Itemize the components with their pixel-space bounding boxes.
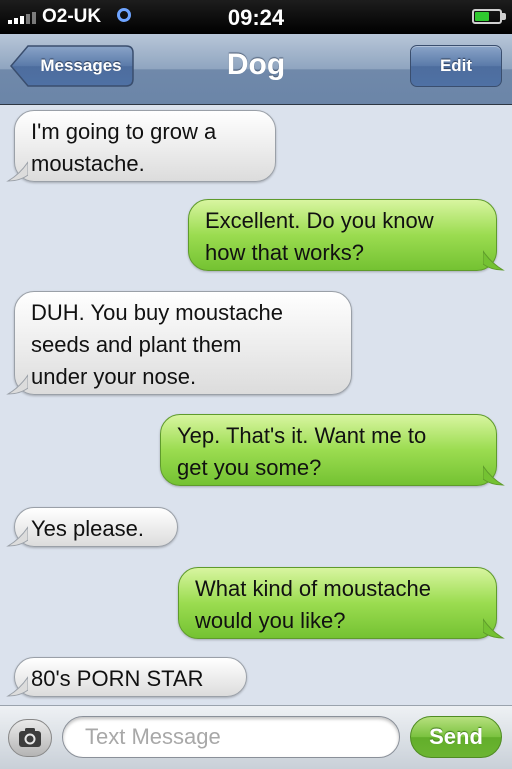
message-line: seeds and plant them [31, 332, 242, 357]
message-input-bar: Send [0, 705, 512, 769]
message-line: get you some? [177, 455, 322, 480]
bubble-tail [6, 676, 28, 697]
message-bubble-incoming: 80's PORN STAR [6, 657, 247, 697]
message-line: DUH. You buy moustache [31, 300, 283, 325]
bubble-tail [483, 250, 505, 271]
message-bubble-outgoing: What kind of moustache would you like? [178, 567, 505, 639]
camera-icon [19, 728, 41, 747]
bubble-tail [6, 161, 28, 182]
message-line: 80's PORN STAR [31, 666, 204, 691]
battery-cap [502, 13, 506, 20]
message-line: What kind of moustache [195, 576, 432, 601]
bubble-tail [6, 374, 28, 395]
message-thread[interactable]: I'm going to grow a moustache. Excellent… [0, 105, 512, 705]
message-line: moustache. [31, 151, 145, 176]
message-line: Yep. That's it. Want me to [177, 423, 427, 448]
message-bubble-incoming: DUH. You buy moustache seeds and plant t… [6, 291, 352, 395]
message-bubble-outgoing: Excellent. Do you know how that works? [188, 199, 505, 271]
message-bubble-outgoing: Yep. That's it. Want me to get you some? [160, 414, 505, 486]
status-bar: O2-UK 09:24 [0, 0, 512, 34]
message-line: how that works? [205, 240, 364, 265]
message-line: I'm going to grow a [31, 119, 217, 144]
bubble-tail [483, 465, 505, 486]
message-bubble-incoming: Yes please. [6, 507, 178, 547]
send-button[interactable]: Send [410, 716, 502, 758]
edit-button[interactable]: Edit [410, 45, 502, 87]
navigation-bar: Messages Dog Edit [0, 34, 512, 105]
message-line: Yes please. [31, 516, 144, 541]
message-bubble-incoming: I'm going to grow a moustache. [6, 110, 276, 182]
text-message-input[interactable] [62, 716, 400, 758]
status-time: 09:24 [227, 5, 285, 30]
message-line: Excellent. Do you know [205, 208, 434, 233]
camera-button[interactable] [8, 719, 52, 757]
bubble-tail [6, 526, 28, 547]
battery-icon [472, 9, 502, 24]
message-line: under your nose. [31, 364, 197, 389]
bubble-tail [483, 618, 505, 639]
message-line: would you like? [195, 608, 346, 633]
